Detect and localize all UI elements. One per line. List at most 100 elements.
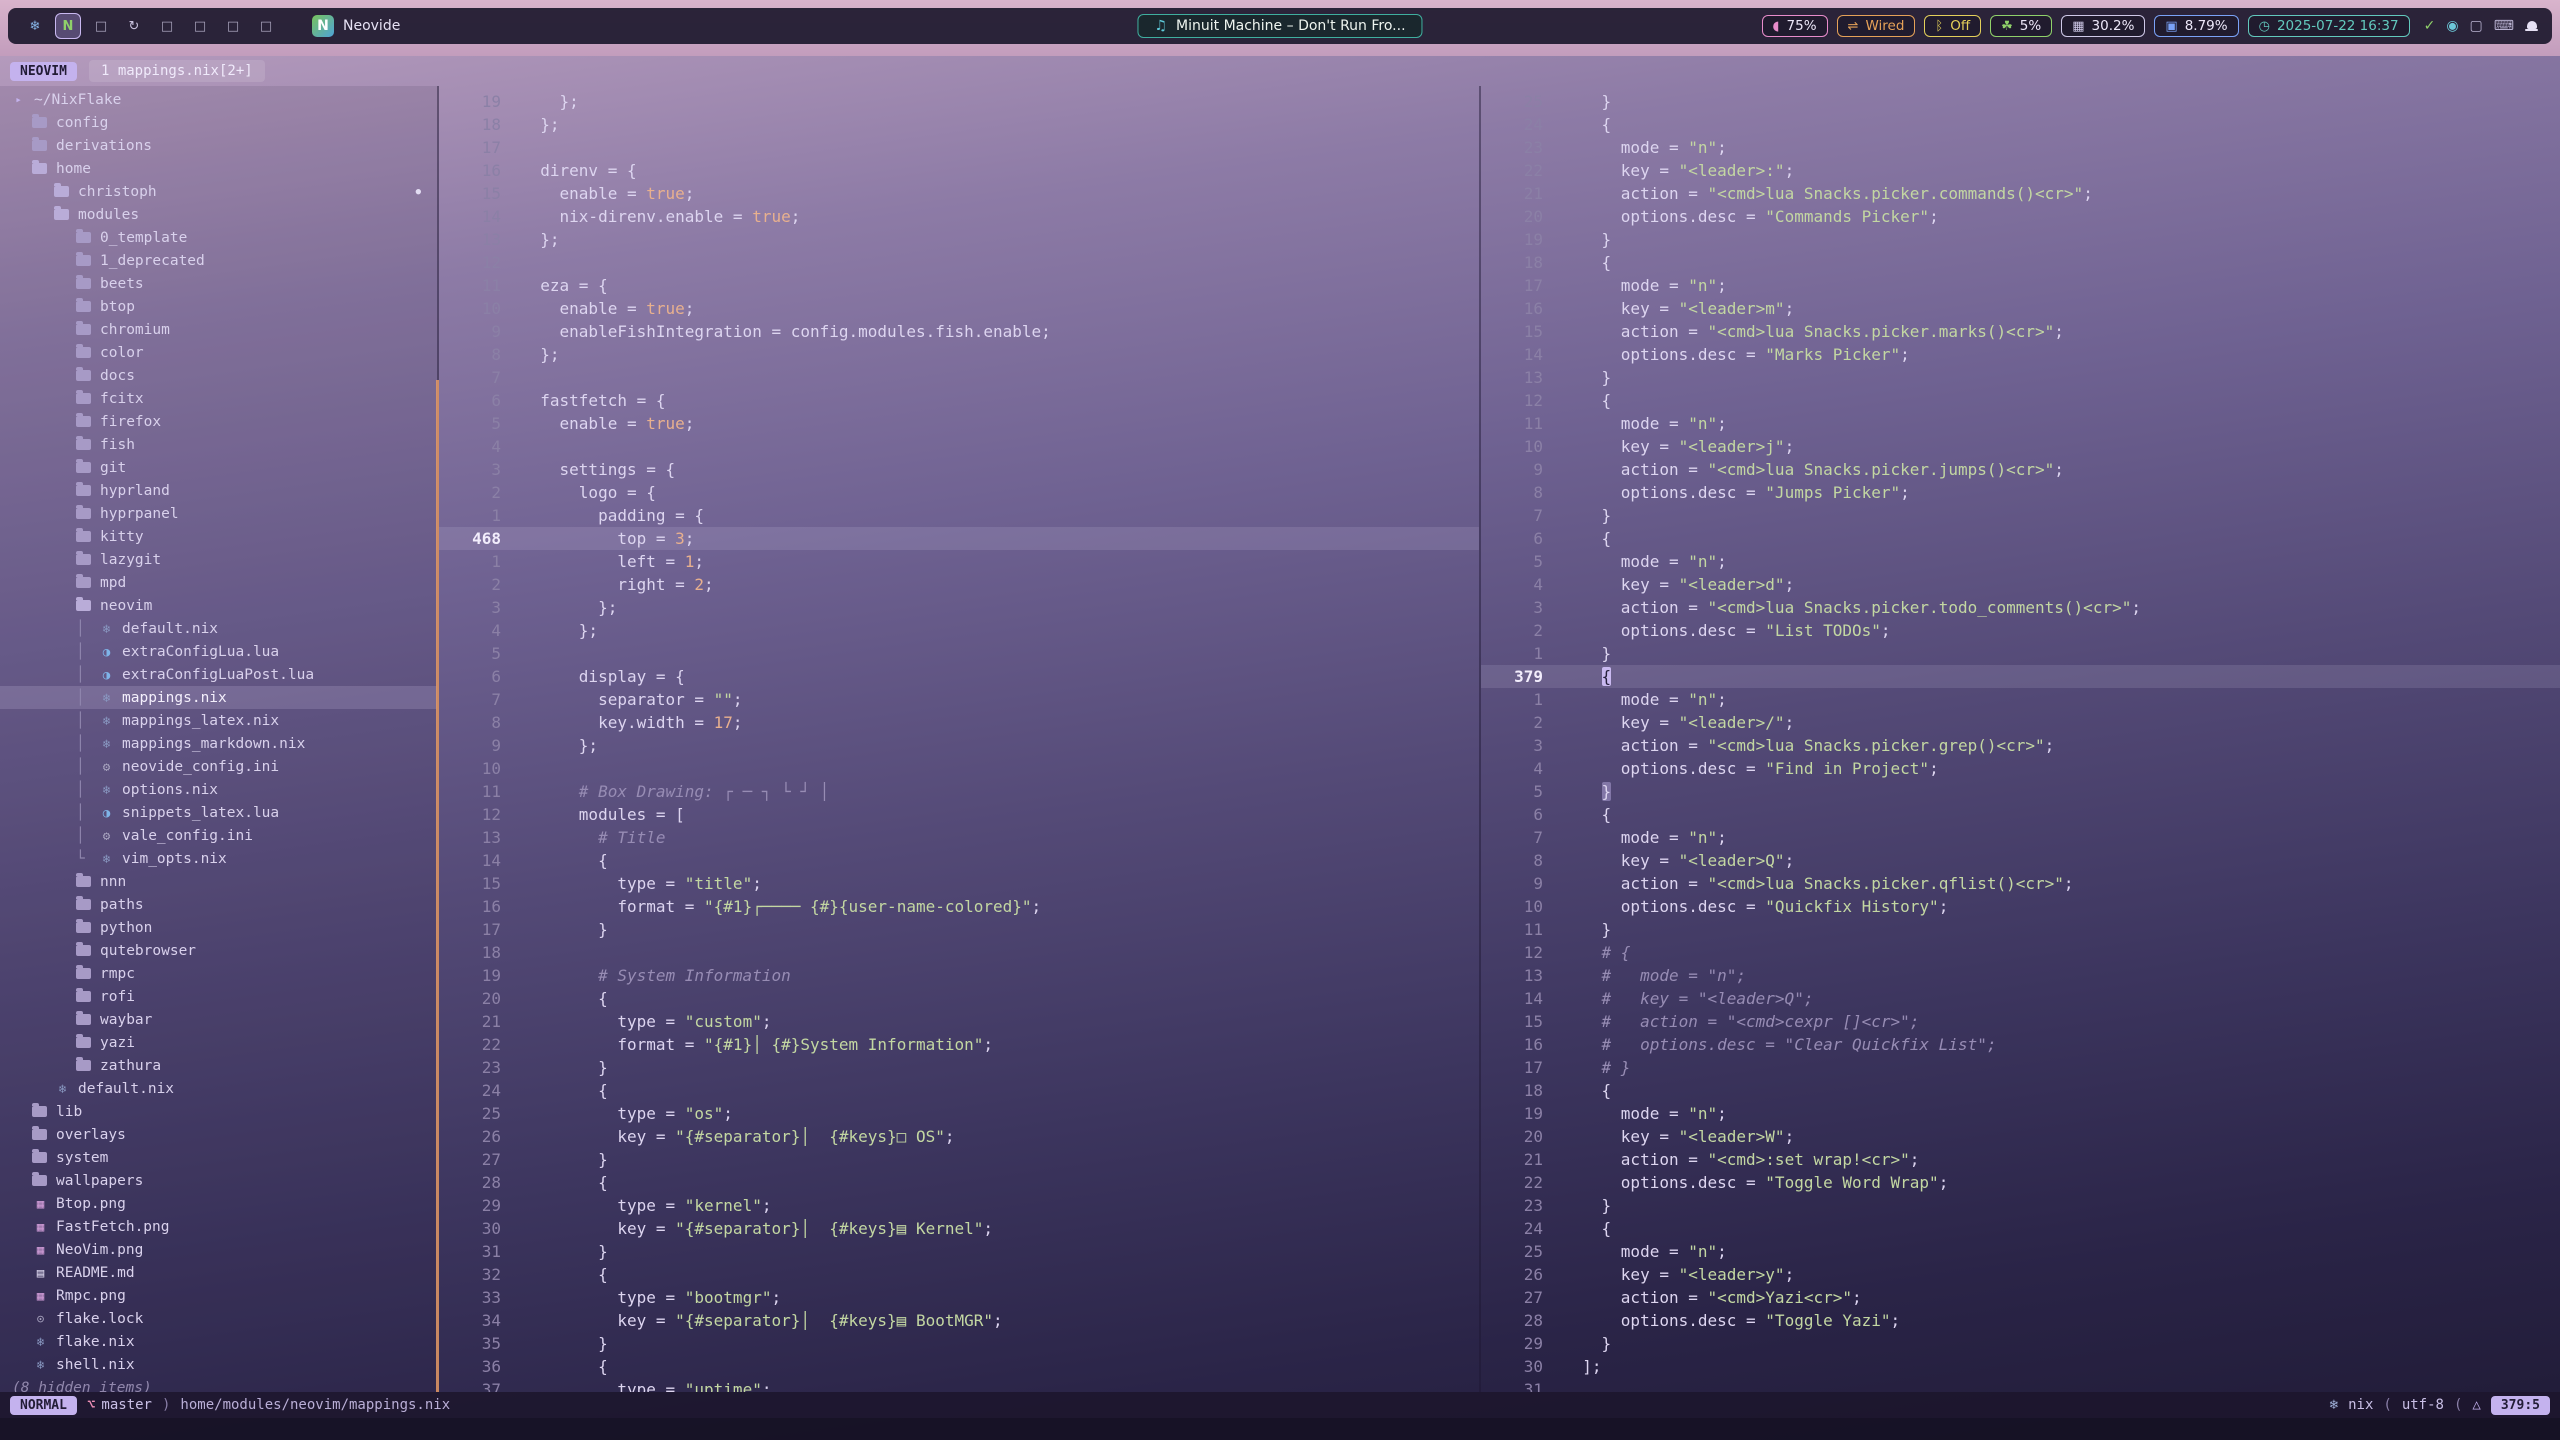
code-line[interactable]: 8 options.desc = "Jumps Picker"; <box>1481 481 2560 504</box>
tree-item-default.nix[interactable]: ❄default.nix <box>0 1077 437 1100</box>
tree-item-vim_opts.nix[interactable]: └❄vim_opts.nix <box>0 847 437 870</box>
tree-item-home[interactable]: home <box>0 157 437 180</box>
tree-item-neovide_config.ini[interactable]: │⚙neovide_config.ini <box>0 755 437 778</box>
code-line[interactable]: 19 mode = "n"; <box>1481 1102 2560 1125</box>
code-line[interactable]: 26 key = "<leader>y"; <box>1481 1263 2560 1286</box>
code-line[interactable]: 6 { <box>1481 527 2560 550</box>
code-line[interactable]: 23 mode = "n"; <box>1481 136 2560 159</box>
tree-item-kitty[interactable]: kitty <box>0 525 437 548</box>
code-line[interactable]: 22 format = "{#1}│ {#}System Information… <box>439 1033 1479 1056</box>
code-line[interactable]: 16 # options.desc = "Clear Quickfix List… <box>1481 1033 2560 1056</box>
tree-item-derivations[interactable]: derivations <box>0 134 437 157</box>
code-line[interactable]: 23 } <box>439 1056 1479 1079</box>
code-line[interactable]: 1 mode = "n"; <box>1481 688 2560 711</box>
tree-item-waybar[interactable]: waybar <box>0 1008 437 1031</box>
code-line[interactable]: 12 modules = [ <box>439 803 1479 826</box>
tree-item-vale_config.ini[interactable]: │⚙vale_config.ini <box>0 824 437 847</box>
code-line[interactable]: 19 # System Information <box>439 964 1479 987</box>
code-line[interactable]: 27 action = "<cmd>Yazi<cr>"; <box>1481 1286 2560 1309</box>
tree-item-lib[interactable]: lib <box>0 1100 437 1123</box>
display-icon[interactable]: ▢ <box>2470 18 2483 34</box>
code-line[interactable]: 12 { <box>1481 389 2560 412</box>
code-line[interactable]: 24 { <box>1481 113 2560 136</box>
bell-icon[interactable] <box>2525 20 2538 33</box>
code-line[interactable]: 13 # Title <box>439 826 1479 849</box>
code-line[interactable]: 34 key = "{#separator}│ {#keys}▤ BootMGR… <box>439 1309 1479 1332</box>
tree-item-fish[interactable]: fish <box>0 433 437 456</box>
code-line[interactable]: 31 <box>1481 1378 2560 1392</box>
code-line[interactable]: 26 key = "{#separator}│ {#keys}□ OS"; <box>439 1125 1479 1148</box>
tree-item-NixFlake[interactable]: ▸~/NixFlake <box>0 88 437 111</box>
code-line[interactable]: 36 { <box>439 1355 1479 1378</box>
code-line[interactable]: 22 options.desc = "Toggle Word Wrap"; <box>1481 1171 2560 1194</box>
workspace-7[interactable]: □ <box>220 13 246 39</box>
code-line[interactable]: 14 { <box>439 849 1479 872</box>
editor-window-left[interactable]: 19 };18 };1716 direnv = {15 enable = tru… <box>439 86 1481 1392</box>
code-line[interactable]: 11 # Box Drawing: ┌ ─ ┐ └ ┘ │ <box>439 780 1479 803</box>
tree-item-0_template[interactable]: 0_template <box>0 226 437 249</box>
code-line[interactable]: 13 }; <box>439 228 1479 251</box>
tree-item-system[interactable]: system <box>0 1146 437 1169</box>
code-line[interactable]: 18 { <box>1481 1079 2560 1102</box>
tree-item-Btop.png[interactable]: ▦Btop.png <box>0 1192 437 1215</box>
tree-item-mpd[interactable]: mpd <box>0 571 437 594</box>
code-line[interactable]: 13 } <box>1481 366 2560 389</box>
code-line[interactable]: 18 { <box>1481 251 2560 274</box>
code-line[interactable]: 10 options.desc = "Quickfix History"; <box>1481 895 2560 918</box>
code-line[interactable]: 14 options.desc = "Marks Picker"; <box>1481 343 2560 366</box>
tree-item-1_deprecated[interactable]: 1_deprecated <box>0 249 437 272</box>
module-network[interactable]: ⇌Wired <box>1837 15 1916 37</box>
tree-item-color[interactable]: color <box>0 341 437 364</box>
code-line[interactable]: 9 action = "<cmd>lua Snacks.picker.jumps… <box>1481 458 2560 481</box>
code-line[interactable]: 17 } <box>439 918 1479 941</box>
code-line[interactable]: 31 } <box>439 1240 1479 1263</box>
code-line[interactable]: 20 key = "<leader>W"; <box>1481 1125 2560 1148</box>
code-line[interactable]: 17 mode = "n"; <box>1481 274 2560 297</box>
tree-item-snippets_latex.lua[interactable]: │◑snippets_latex.lua <box>0 801 437 824</box>
code-line[interactable]: 5 } <box>1481 780 2560 803</box>
code-line[interactable]: 3 }; <box>439 596 1479 619</box>
code-line[interactable]: 15 type = "title"; <box>439 872 1479 895</box>
code-line[interactable]: 7 <box>439 366 1479 389</box>
tree-item-mappings_markdown.nix[interactable]: │❄mappings_markdown.nix <box>0 732 437 755</box>
tree-item-fcitx[interactable]: fcitx <box>0 387 437 410</box>
command-line[interactable] <box>0 1418 2560 1440</box>
code-line[interactable]: 29 } <box>1481 1332 2560 1355</box>
tree-item-mappings_latex.nix[interactable]: │❄mappings_latex.nix <box>0 709 437 732</box>
tree-item-paths[interactable]: paths <box>0 893 437 916</box>
workspace-4-sync[interactable]: ↻ <box>121 13 147 39</box>
tree-item-qutebrowser[interactable]: qutebrowser <box>0 939 437 962</box>
code-line[interactable]: 20 options.desc = "Commands Picker"; <box>1481 205 2560 228</box>
code-line[interactable]: 25 } <box>1481 90 2560 113</box>
code-line[interactable]: 3 action = "<cmd>lua Snacks.picker.todo_… <box>1481 596 2560 619</box>
tree-item-git[interactable]: git <box>0 456 437 479</box>
code-line[interactable]: 20 { <box>439 987 1479 1010</box>
code-line[interactable]: 10 enable = true; <box>439 297 1479 320</box>
module-bluetooth[interactable]: ᛒOff <box>1924 15 1981 37</box>
code-line[interactable]: 5 enable = true; <box>439 412 1479 435</box>
tree-item-default.nix[interactable]: │❄default.nix <box>0 617 437 640</box>
code-line[interactable]: 468 top = 3; <box>439 527 1479 550</box>
module-clock[interactable]: ◷2025-07-22 16:37 <box>2248 15 2410 37</box>
code-line[interactable]: 6 { <box>1481 803 2560 826</box>
code-line[interactable]: 30 ]; <box>1481 1355 2560 1378</box>
tree-item-overlays[interactable]: overlays <box>0 1123 437 1146</box>
code-line[interactable]: 25 type = "os"; <box>439 1102 1479 1125</box>
code-line[interactable]: 18 }; <box>439 113 1479 136</box>
workspace-2-neovide[interactable]: N <box>55 13 81 39</box>
code-line[interactable]: 14 nix-direnv.enable = true; <box>439 205 1479 228</box>
tree-item-chromium[interactable]: chromium <box>0 318 437 341</box>
code-line[interactable]: 9 }; <box>439 734 1479 757</box>
workspace-6[interactable]: □ <box>187 13 213 39</box>
tree-item-neovim[interactable]: neovim <box>0 594 437 617</box>
code-line[interactable]: 9 enableFishIntegration = config.modules… <box>439 320 1479 343</box>
tree-item-python[interactable]: python <box>0 916 437 939</box>
code-line[interactable]: 25 mode = "n"; <box>1481 1240 2560 1263</box>
code-line[interactable]: 3 action = "<cmd>lua Snacks.picker.grep(… <box>1481 734 2560 757</box>
code-line[interactable]: 8 key = "<leader>Q"; <box>1481 849 2560 872</box>
code-line[interactable]: 4 key = "<leader>d"; <box>1481 573 2560 596</box>
code-line[interactable]: 12 # { <box>1481 941 2560 964</box>
tree-item-christoph[interactable]: christoph● <box>0 180 437 203</box>
tree-item-hyprpanel[interactable]: hyprpanel <box>0 502 437 525</box>
tree-item-FastFetch.png[interactable]: ▦FastFetch.png <box>0 1215 437 1238</box>
